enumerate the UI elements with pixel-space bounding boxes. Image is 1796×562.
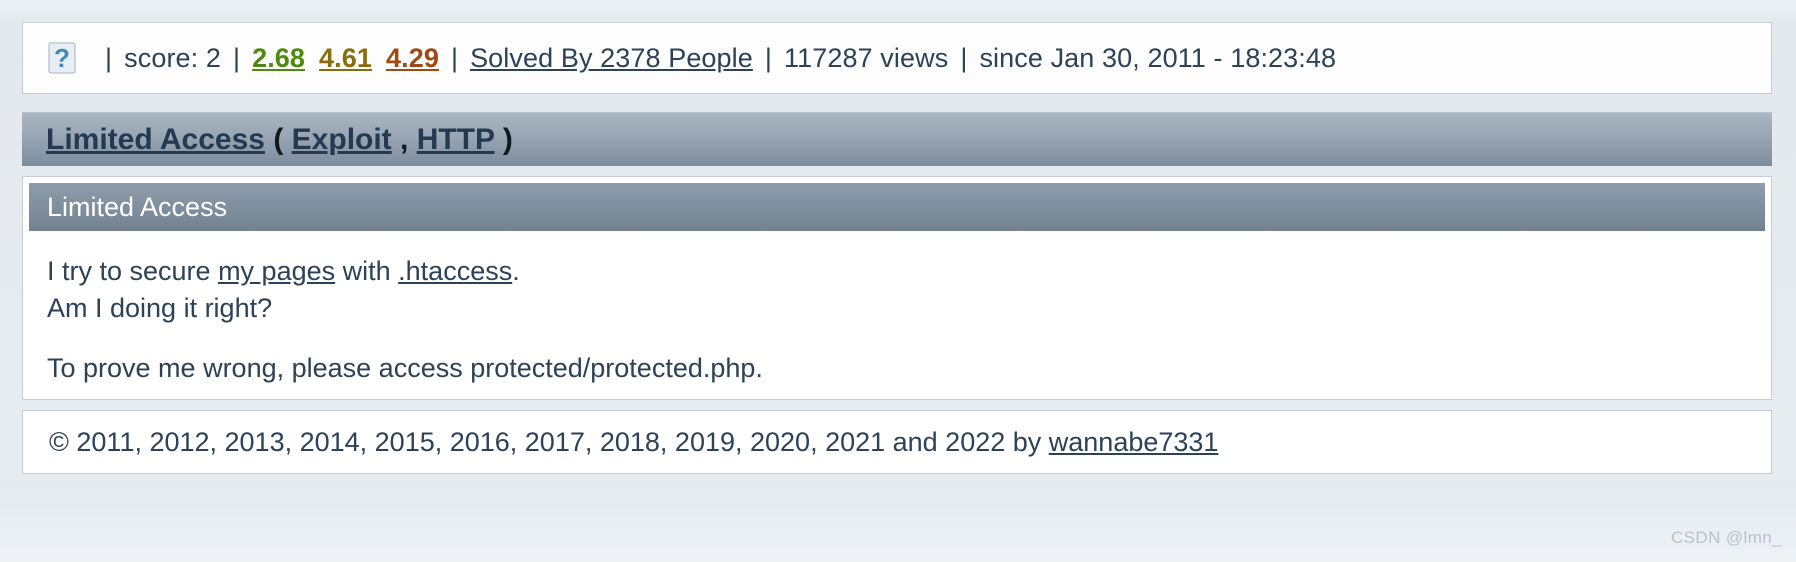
rating-1-link[interactable]: 2.68 — [252, 44, 305, 72]
solved-by-link[interactable]: Solved By 2378 People — [470, 44, 753, 72]
title-open-paren: ( — [273, 122, 284, 156]
meta-separator-1: | — [105, 42, 113, 73]
meta-separator-4: | — [764, 42, 773, 73]
challenge-panel: Limited Access I try to secure my pages … — [22, 176, 1772, 400]
top-strip — [0, 0, 1796, 22]
title-tag-exploit-link[interactable]: Exploit — [292, 123, 392, 156]
meta-text-row: | score: 2 | 2.68 4.61 4.29 | Solved By … — [93, 42, 1337, 73]
svg-text:?: ? — [54, 43, 70, 73]
page-title: Limited Access ( Exploit , HTTP ) — [46, 122, 513, 156]
panel-body: I try to secure my pages with .htaccess.… — [29, 231, 1765, 387]
since-timestamp: since Jan 30, 2011 - 18:23:48 — [979, 42, 1337, 73]
meta-separator-5: | — [960, 42, 968, 73]
panel-header-title: Limited Access — [47, 191, 228, 222]
panel-line-1-text-a: I try to secure — [47, 256, 219, 286]
csdn-watermark: CSDN @lmn_ — [1671, 528, 1782, 547]
rating-3-link[interactable]: 4.29 — [386, 44, 439, 72]
htaccess-link[interactable]: .htaccess — [398, 256, 512, 286]
meta-separator-3: | — [450, 42, 459, 73]
bottom-background-area — [0, 482, 1796, 562]
page-footer: © 2011, 2012, 2013, 2014, 2015, 2016, 20… — [22, 410, 1772, 474]
panel-body-spacer — [47, 328, 1747, 350]
meta-separator-2: | — [232, 42, 241, 73]
title-tag-http-link[interactable]: HTTP — [417, 123, 495, 156]
rating-2-link[interactable]: 4.61 — [319, 44, 372, 72]
panel-header: Limited Access — [29, 183, 1765, 231]
panel-line-1-text-c: . — [512, 256, 520, 286]
my-pages-link[interactable]: my pages — [218, 256, 335, 286]
panel-line-2: Am I doing it right? — [47, 293, 273, 324]
challenge-meta-bar: ? | score: 2 | 2.68 4.61 4.29 | Solved B… — [22, 22, 1772, 94]
score-label: score: 2 — [124, 42, 221, 73]
page-root: ? | score: 2 | 2.68 4.61 4.29 | Solved B… — [0, 0, 1796, 562]
title-comma: , — [400, 122, 417, 156]
copyright-years: © 2011, 2012, 2013, 2014, 2015, 2016, 20… — [49, 426, 1049, 457]
panel-line-3: To prove me wrong, please access protect… — [47, 352, 763, 383]
challenge-title-bar: Limited Access ( Exploit , HTTP ) — [22, 112, 1772, 166]
panel-line-1-text-b: with — [335, 256, 399, 286]
title-close-paren: ) — [502, 122, 513, 156]
question-mark-favicon-icon: ? — [47, 41, 77, 75]
copyright-text: © 2011, 2012, 2013, 2014, 2015, 2016, 20… — [49, 426, 1219, 457]
author-link[interactable]: wannabe7331 — [1049, 427, 1219, 457]
title-challenge-link[interactable]: Limited Access — [46, 123, 265, 156]
panel-line-1: I try to secure my pages with .htaccess. — [47, 253, 1747, 290]
views-count: 117287 views — [784, 42, 949, 73]
